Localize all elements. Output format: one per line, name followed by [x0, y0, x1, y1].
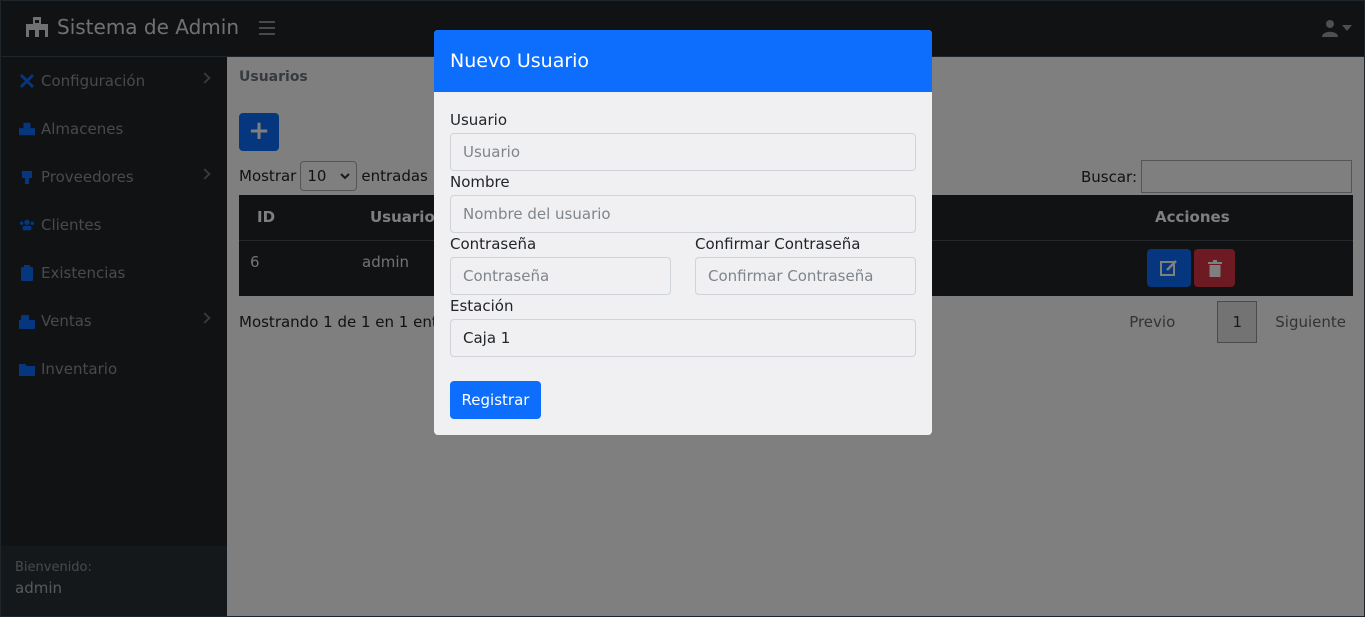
- password-input[interactable]: Contraseña: [450, 257, 671, 295]
- estacion-label: Estación: [450, 297, 514, 315]
- nombre-input[interactable]: Nombre del usuario: [450, 195, 916, 233]
- register-button[interactable]: Registrar: [450, 381, 541, 419]
- usuario-label: Usuario: [450, 111, 508, 129]
- confirm-password-input[interactable]: Confirmar Contraseña: [695, 257, 916, 295]
- confirm-password-label: Confirmar Contraseña: [695, 235, 861, 253]
- password-label: Contraseña: [450, 235, 537, 253]
- estacion-input[interactable]: Caja 1: [450, 319, 916, 357]
- new-user-modal: Nuevo Usuario Usuario Usuario Nombre Nom…: [434, 30, 932, 435]
- usuario-input[interactable]: Usuario: [450, 133, 916, 171]
- nombre-label: Nombre: [450, 173, 510, 191]
- modal-title: Nuevo Usuario: [434, 30, 932, 92]
